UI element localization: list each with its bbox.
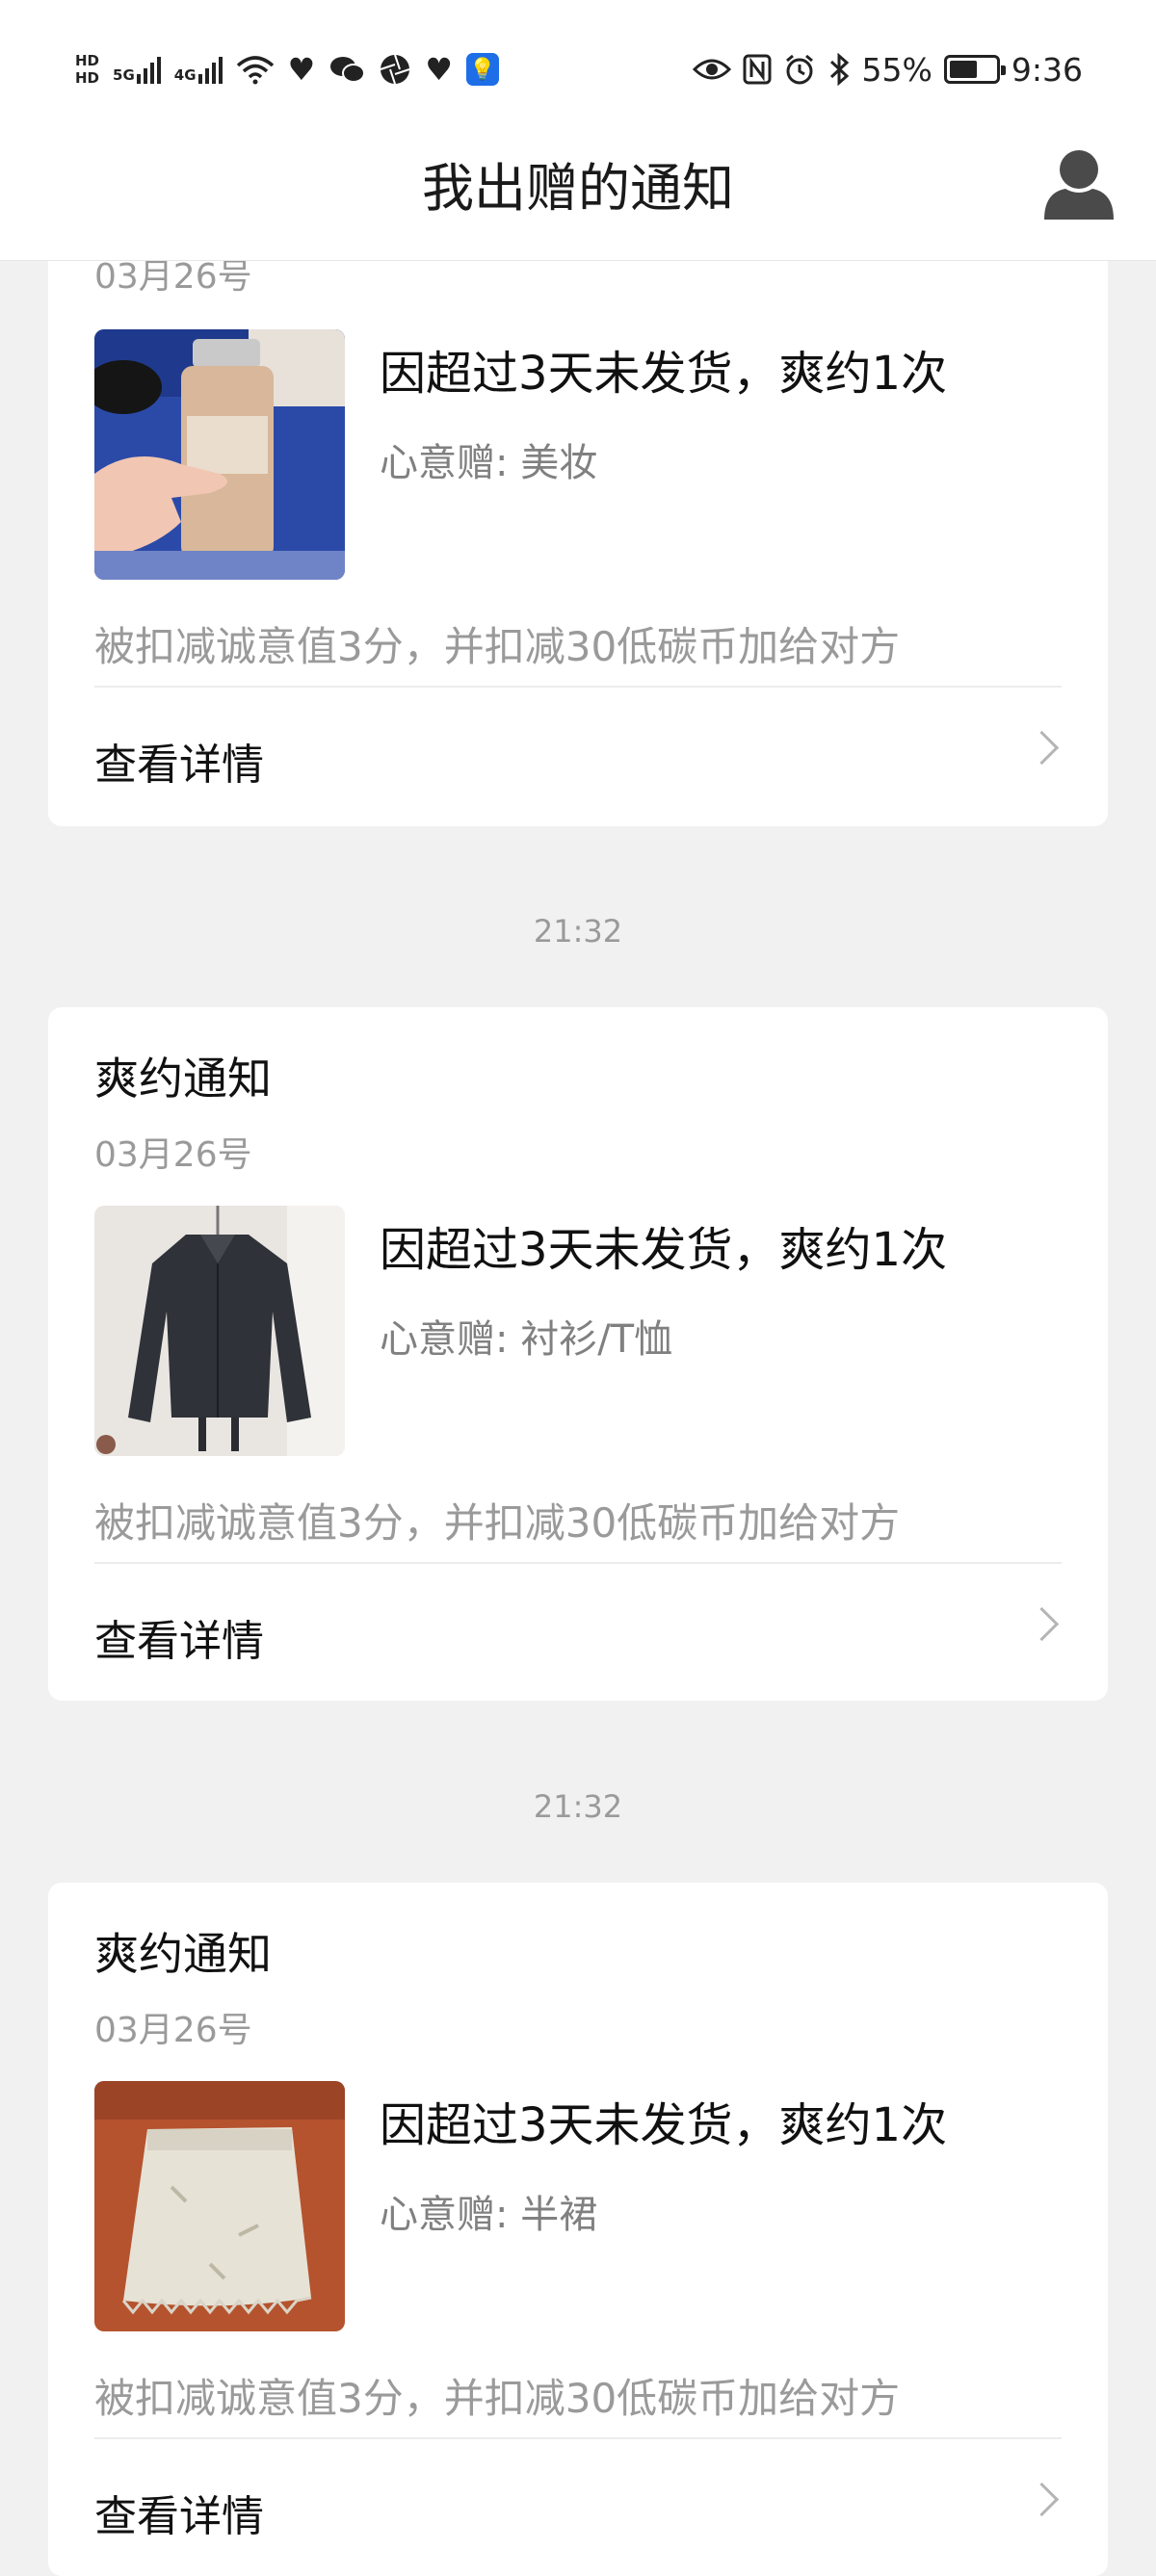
penalty-text: 被扣减诚意值3分，并扣减30低碳币加给对方	[94, 2375, 901, 2422]
heart-icon: ♥	[425, 51, 453, 88]
signal-5g-icon: 5G	[113, 55, 161, 84]
bluetooth-icon	[829, 53, 849, 86]
network-4g-label: 4G	[173, 66, 197, 84]
clock: 9:36	[1011, 50, 1083, 89]
eye-icon	[692, 59, 731, 80]
hd-indicator: HD HD	[75, 52, 99, 87]
view-details-label: 查看详情	[94, 741, 264, 790]
notification-reason: 因超过3天未发货，爽约1次	[380, 347, 948, 401]
message-timestamp: 21:32	[533, 1788, 623, 1825]
aperture-icon	[380, 54, 410, 85]
nfc-icon	[743, 54, 772, 85]
chevron-right-icon	[1024, 730, 1060, 766]
chevron-right-icon	[1024, 1606, 1060, 1642]
penalty-text: 被扣减诚意值3分，并扣减30低碳币加给对方	[94, 623, 901, 670]
hd-top-label: HD	[75, 52, 100, 69]
status-bar: HD HD 5G 4G ♥ ♥ 💡 55% 9:36	[0, 0, 1156, 144]
battery-icon	[943, 55, 1006, 84]
gift-category: 心意赠: 衬衫/T恤	[380, 1317, 673, 1362]
view-details-label: 查看详情	[94, 1617, 264, 1666]
lightbulb-icon: 💡	[465, 53, 499, 86]
gift-category: 心意赠: 半裙	[380, 2193, 598, 2237]
alarm-icon	[785, 54, 813, 85]
notification-reason: 因超过3天未发货，爽约1次	[380, 2098, 948, 2152]
notification-card: 爽约通知 03月26号 因超过3天未发货，爽约1次 心意赠: 衬衫/T恤 被扣减…	[48, 1007, 1108, 1701]
status-bar-right: 55% 9:36	[692, 42, 1083, 96]
penalty-text: 被扣减诚意值3分，并扣减30低碳币加给对方	[94, 1499, 901, 1547]
notification-card: 03月26号 因超过3天未发货，爽约1次 心意赠: 美妆 被扣减诚意值3分，并扣…	[48, 193, 1108, 826]
message-timestamp: 21:32	[533, 913, 623, 950]
notification-title: 爽约通知	[94, 1053, 272, 1105]
chevron-right-icon	[1024, 2482, 1060, 2517]
notification-date: 03月26号	[94, 2011, 252, 2050]
hd-bottom-label: HD	[75, 69, 100, 87]
view-details-button[interactable]: 查看详情	[48, 1564, 1108, 1699]
notification-title: 爽约通知	[94, 1928, 272, 1980]
item-image[interactable]	[94, 1206, 345, 1456]
wechat-icon	[330, 57, 366, 83]
battery-percent: 55%	[861, 50, 933, 89]
item-image[interactable]	[94, 329, 345, 580]
item-image[interactable]	[94, 2081, 345, 2331]
notification-card: 爽约通知 03月26号 因超过3天未发货，爽约1次 心意赠: 半裙 被扣减诚意值…	[48, 1883, 1108, 2576]
notification-reason: 因超过3天未发货，爽约1次	[380, 1223, 948, 1277]
view-details-button[interactable]: 查看详情	[48, 2439, 1108, 2574]
user-icon	[1044, 150, 1114, 220]
status-bar-left: HD HD 5G 4G ♥ ♥ 💡	[75, 42, 499, 96]
heart-icon: ♥	[287, 51, 316, 88]
notification-date: 03月26号	[94, 1135, 252, 1175]
view-details-label: 查看详情	[94, 2492, 264, 2541]
view-details-button[interactable]: 查看详情	[48, 688, 1108, 822]
user-profile-button[interactable]	[1042, 146, 1116, 221]
gift-category: 心意赠: 美妆	[380, 441, 598, 485]
wifi-icon	[236, 56, 274, 85]
page-title: 我出赠的通知	[422, 158, 734, 219]
network-5g-label: 5G	[113, 66, 135, 84]
signal-4g-icon: 4G	[174, 55, 223, 84]
